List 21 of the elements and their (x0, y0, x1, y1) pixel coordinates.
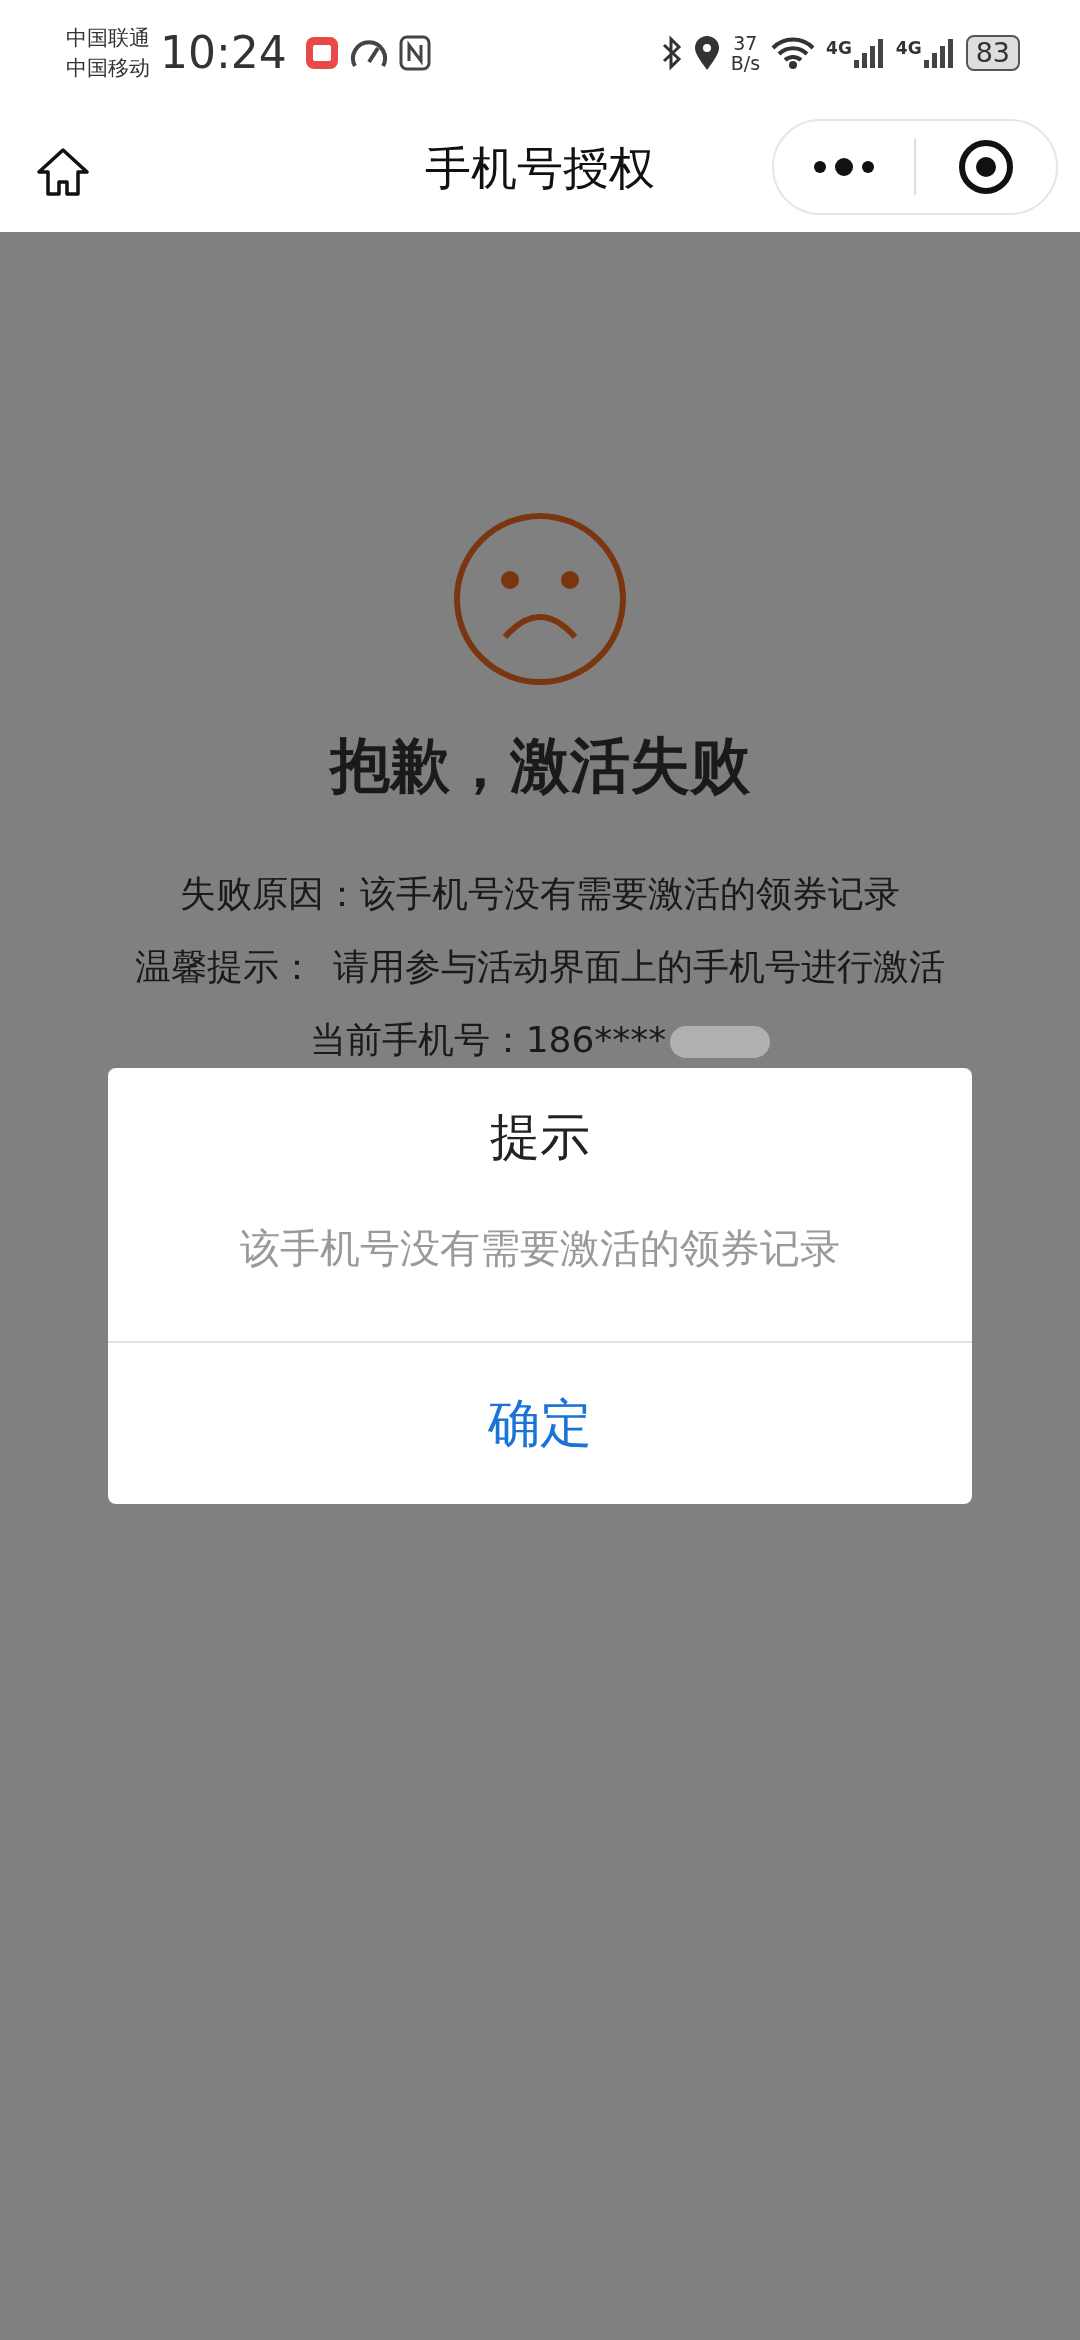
confirm-button[interactable]: 确定 (108, 1343, 972, 1504)
network-speed: B/s (730, 52, 761, 73)
info-line: 失败原因：该手机号没有需要激活的领券记录 (180, 872, 900, 916)
sad-face-icon (453, 512, 627, 686)
bluetooth-icon (660, 34, 683, 71)
nfc-icon (398, 34, 431, 71)
result-title: 抱歉，激活失败 (330, 729, 750, 802)
dialog-message: 该手机号没有需要激活的领券记录 (240, 1224, 840, 1273)
network-speed: 37 (733, 32, 758, 53)
battery-indicator: 83 (965, 34, 1020, 71)
home-icon[interactable] (36, 147, 90, 197)
dialog-title: 提示 (490, 1107, 590, 1168)
wifi-icon (770, 35, 817, 70)
close-icon[interactable] (958, 139, 1014, 195)
clock: 10:24 (160, 27, 287, 78)
page-title: 手机号授权 (424, 139, 656, 197)
carrier-name: 中国联通 (66, 24, 150, 52)
location-icon (692, 34, 721, 71)
more-icon[interactable] (813, 157, 875, 177)
carrier-name: 中国移动 (66, 54, 150, 82)
info-line: 温馨提示： 请用参与活动界面上的手机号进行激活 (135, 945, 945, 989)
